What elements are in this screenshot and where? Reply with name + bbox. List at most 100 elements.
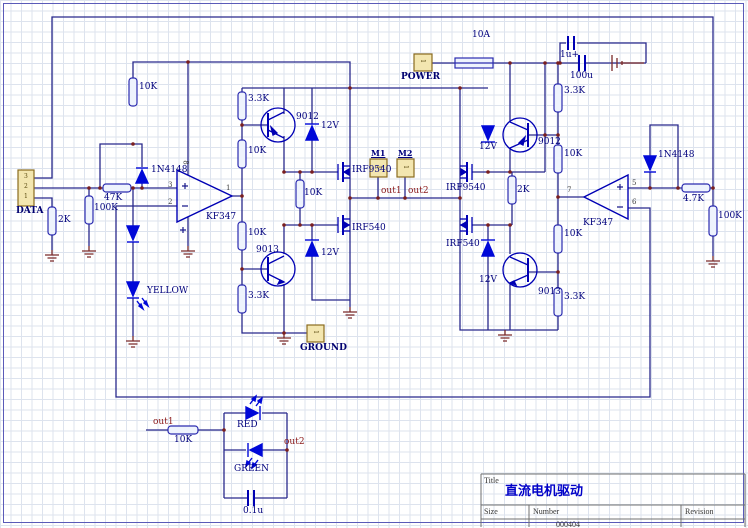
value-r10[interactable]: 2K bbox=[517, 186, 529, 195]
opamps[interactable] bbox=[177, 170, 628, 222]
led-yellow-symbol bbox=[127, 282, 148, 309]
port-label-ground[interactable]: GROUND bbox=[300, 344, 347, 353]
value-r3[interactable]: 100K bbox=[94, 204, 118, 213]
net-label-out1-bottom[interactable]: out1 bbox=[153, 418, 174, 427]
mosfet-irf9540-left bbox=[338, 162, 350, 182]
value-r17[interactable]: 10K bbox=[174, 436, 192, 445]
opamp-right-pin7: 7 bbox=[567, 187, 571, 194]
value-r11[interactable]: 3.3K bbox=[564, 87, 585, 96]
net-label-out2-bottom[interactable]: out2 bbox=[284, 438, 305, 447]
part-mosfet-left-p[interactable]: IRF9540 bbox=[352, 166, 391, 175]
capacitor-c3 bbox=[248, 490, 254, 506]
value-c1[interactable]: 1u+ bbox=[560, 51, 579, 60]
schematic-graphics bbox=[0, 0, 748, 528]
zener-z2 bbox=[305, 240, 319, 256]
resistor-r13 bbox=[554, 225, 562, 253]
opamp-left-pin8: 8 bbox=[182, 160, 189, 164]
value-c2[interactable]: 100u bbox=[570, 72, 593, 81]
value-r4[interactable]: 47K bbox=[104, 194, 122, 203]
part-q1[interactable]: 9012 bbox=[296, 113, 319, 122]
net-label-out1-mid[interactable]: out1 bbox=[381, 187, 402, 196]
part-opamp-left[interactable]: KF347 bbox=[206, 213, 236, 222]
value-r5[interactable]: 3.3K bbox=[248, 95, 269, 104]
junction-dots bbox=[87, 60, 715, 452]
diode-mid-left bbox=[127, 226, 139, 242]
zener-z4 bbox=[481, 240, 495, 256]
value-z1[interactable]: 12V bbox=[321, 122, 339, 131]
opamp-right-pin6: 6 bbox=[632, 199, 636, 206]
title-block-title[interactable]: 直流电机驱动 bbox=[505, 484, 583, 497]
diode-1n4148-left bbox=[136, 168, 148, 183]
ground-3 bbox=[126, 336, 140, 347]
value-r7[interactable]: 10K bbox=[304, 189, 322, 198]
opamp-left-pin3: 3 bbox=[168, 182, 172, 189]
resistor-r12 bbox=[554, 145, 562, 173]
capacitor-c1 bbox=[568, 36, 574, 50]
opamp-right-symbol bbox=[584, 175, 628, 219]
opamp-left-pin2: 2 bbox=[168, 199, 172, 206]
resistor-r17 bbox=[168, 426, 198, 434]
part-1n4148-right[interactable]: 1N4148 bbox=[658, 151, 695, 160]
value-r1[interactable]: 10K bbox=[139, 83, 157, 92]
value-r14[interactable]: 3.3K bbox=[564, 293, 585, 302]
part-q2[interactable]: 9013 bbox=[256, 246, 279, 255]
value-z4[interactable]: 12V bbox=[479, 276, 497, 285]
ground-7 bbox=[498, 330, 512, 341]
capacitor-c2 bbox=[579, 55, 585, 71]
resistor-r6 bbox=[238, 140, 246, 168]
value-r15[interactable]: 4.7K bbox=[683, 195, 704, 204]
ground-1 bbox=[45, 250, 59, 261]
value-r6[interactable]: 10K bbox=[248, 147, 266, 156]
value-r16[interactable]: 100K bbox=[718, 212, 742, 221]
resistor-r5 bbox=[238, 92, 246, 120]
part-q3[interactable]: 9012 bbox=[538, 138, 561, 147]
resistor-r4 bbox=[103, 184, 131, 192]
resistor-r8 bbox=[238, 222, 246, 250]
title-block-lines bbox=[481, 474, 745, 527]
net-label-out2-mid[interactable]: out2 bbox=[408, 187, 429, 196]
value-z3[interactable]: 12V bbox=[479, 143, 497, 152]
resistor-r9 bbox=[238, 285, 246, 313]
part-q4[interactable]: 9013 bbox=[538, 288, 561, 297]
part-led-green[interactable]: GREEN bbox=[234, 465, 269, 474]
part-led-yellow[interactable]: YELLOW bbox=[147, 287, 188, 296]
connector-power-pin: 1 bbox=[419, 59, 425, 63]
capacitors[interactable] bbox=[248, 36, 585, 506]
resistor-r7 bbox=[296, 180, 304, 208]
fuse-symbol[interactable] bbox=[455, 58, 493, 68]
transistor-q4-9013 bbox=[503, 253, 537, 287]
value-fuse[interactable]: 10A bbox=[472, 31, 490, 40]
part-mosfet-right-n[interactable]: IRF540 bbox=[446, 240, 480, 249]
value-r8[interactable]: 10K bbox=[248, 229, 266, 238]
ground-8 bbox=[706, 256, 720, 267]
data-pin3: 3 bbox=[24, 174, 28, 180]
part-mosfet-right-p[interactable]: IRF9540 bbox=[446, 184, 485, 193]
part-1n4148-left[interactable]: 1N4148 bbox=[151, 166, 188, 175]
data-pin1: 1 bbox=[24, 194, 28, 200]
value-r9[interactable]: 3.3K bbox=[248, 292, 269, 301]
opamp-left-pin1: 1 bbox=[226, 185, 230, 192]
zener-z3 bbox=[481, 126, 495, 142]
value-c3[interactable]: 0.1u bbox=[243, 507, 263, 516]
resistors[interactable] bbox=[48, 78, 717, 434]
port-label-m2[interactable]: M2 bbox=[398, 149, 412, 157]
resistor-r1 bbox=[129, 78, 137, 106]
mosfet-irf9540-right bbox=[460, 162, 472, 182]
value-z2[interactable]: 12V bbox=[321, 249, 339, 258]
port-label-data[interactable]: DATA bbox=[16, 207, 43, 216]
value-r2[interactable]: 2K bbox=[58, 216, 70, 225]
resistor-r11 bbox=[554, 84, 562, 112]
port-label-m1[interactable]: M1 bbox=[371, 149, 385, 157]
value-r13[interactable]: 10K bbox=[564, 230, 582, 239]
ground-4 bbox=[181, 246, 195, 257]
led-red-symbol bbox=[246, 396, 262, 420]
part-led-red[interactable]: RED bbox=[237, 421, 258, 430]
title-block-revision-label: Revision bbox=[685, 508, 713, 516]
part-opamp-right[interactable]: KF347 bbox=[583, 219, 613, 228]
part-mosfet-left-n[interactable]: IRF540 bbox=[352, 224, 386, 233]
mosfet-irf540-left bbox=[338, 215, 350, 235]
schematic-canvas: DATA 3 2 1 2K 100K 47K 10K 1N4148 YELLOW… bbox=[0, 0, 748, 528]
value-r12[interactable]: 10K bbox=[564, 150, 582, 159]
port-label-power[interactable]: POWER bbox=[401, 73, 440, 82]
title-block-size-label: Size bbox=[484, 508, 498, 516]
